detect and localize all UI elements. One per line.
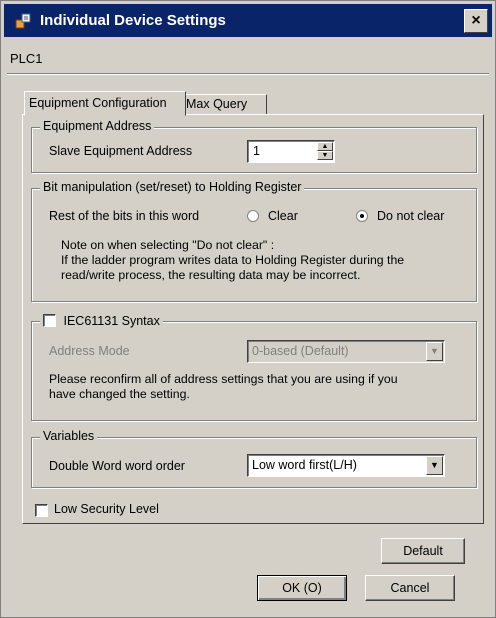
bit-manipulation-group: Bit manipulation (set/reset) to Holding … xyxy=(31,180,477,302)
rest-of-bits-label: Rest of the bits in this word xyxy=(49,209,200,223)
dialog-window: Individual Device Settings × PLC1 Equipm… xyxy=(0,0,496,618)
header-separator xyxy=(7,73,489,75)
radio-clear[interactable] xyxy=(247,210,259,222)
equipment-address-legend: Equipment Address xyxy=(40,119,155,133)
bit-note-line1: Note on when selecting "Do not clear" : xyxy=(61,238,275,252)
reconfirm-note: Please reconfirm all of address settings… xyxy=(49,372,398,402)
radio-selected-dot xyxy=(360,214,364,218)
word-order-label: Double Word word order xyxy=(49,459,185,473)
iec-syntax-group: IEC61131 Syntax Address Mode 0-based (De… xyxy=(31,314,477,421)
slave-address-label: Slave Equipment Address xyxy=(49,144,193,158)
chevron-down-icon[interactable]: ▼ xyxy=(426,456,443,475)
bit-note: Note on when selecting "Do not clear" : … xyxy=(61,238,404,283)
radio-clear-label[interactable]: Clear xyxy=(268,209,298,223)
radio-do-not-clear[interactable] xyxy=(356,210,368,222)
close-button[interactable]: × xyxy=(464,9,488,33)
default-button[interactable]: Default xyxy=(381,538,465,564)
spin-buttons[interactable]: ▲ ▼ xyxy=(317,142,333,161)
low-security-label[interactable]: Low Security Level xyxy=(54,502,159,516)
ok-button[interactable]: OK (O) xyxy=(257,575,347,601)
iec-syntax-legend[interactable]: IEC61131 Syntax xyxy=(40,314,163,328)
slave-address-spinner[interactable]: 1 ▲ ▼ xyxy=(247,140,335,163)
device-name-label: PLC1 xyxy=(10,51,43,66)
chevron-down-icon[interactable]: ▼ xyxy=(426,342,443,361)
low-security-checkbox[interactable] xyxy=(35,504,48,517)
reconfirm-line2: have changed the setting. xyxy=(49,387,190,401)
slave-address-value: 1 xyxy=(253,144,260,158)
equipment-address-group: Equipment Address Slave Equipment Addres… xyxy=(31,119,477,173)
variables-group: Variables Double Word word order Low wor… xyxy=(31,429,477,488)
bit-manipulation-legend: Bit manipulation (set/reset) to Holding … xyxy=(40,180,305,194)
cancel-button[interactable]: Cancel xyxy=(365,575,455,601)
iec-syntax-checkbox[interactable] xyxy=(43,314,56,327)
bit-note-line3: read/write process, the resulting data m… xyxy=(61,268,361,282)
tab-max-query[interactable]: Max Query xyxy=(181,94,267,115)
title-bar[interactable]: Individual Device Settings × xyxy=(4,4,492,37)
window-title: Individual Device Settings xyxy=(40,12,226,29)
address-mode-label: Address Mode xyxy=(49,344,130,358)
bit-note-line2: If the ladder program writes data to Hol… xyxy=(61,253,405,267)
variables-legend: Variables xyxy=(40,429,98,443)
iec-syntax-label[interactable]: IEC61131 Syntax xyxy=(63,314,159,328)
spin-down-icon[interactable]: ▼ xyxy=(317,151,333,160)
tab-equipment-configuration[interactable]: Equipment Configuration xyxy=(24,91,186,116)
reconfirm-line1: Please reconfirm all of address settings… xyxy=(49,372,398,386)
word-order-value: Low word first(L/H) xyxy=(252,458,357,472)
address-mode-value: 0-based (Default) xyxy=(252,344,349,358)
device-settings-icon xyxy=(15,13,31,29)
spin-up-icon[interactable]: ▲ xyxy=(317,142,333,151)
address-mode-dropdown[interactable]: 0-based (Default) ▼ xyxy=(247,340,445,363)
radio-do-not-clear-label[interactable]: Do not clear xyxy=(377,209,444,223)
word-order-dropdown[interactable]: Low word first(L/H) ▼ xyxy=(247,454,445,477)
tab-panel: Equipment Address Slave Equipment Addres… xyxy=(22,114,484,524)
